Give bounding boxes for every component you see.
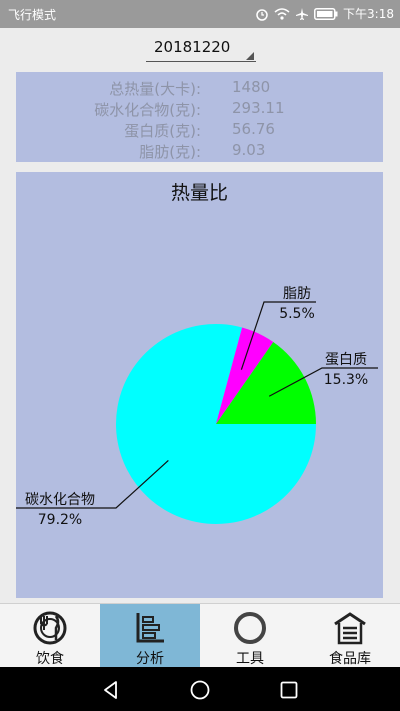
wifi-icon: [274, 7, 290, 20]
tools-icon: [234, 612, 266, 644]
recents-icon[interactable]: [278, 679, 300, 701]
nutrition-summary: 总热量(大卡): 1480 碳水化合物(克): 293.11 蛋白质(克): 5…: [16, 72, 383, 162]
clock: 下午3:18: [343, 7, 394, 21]
summary-value: 9.03: [232, 141, 266, 159]
summary-value: 1480: [232, 78, 271, 96]
tab-label: 饮食: [36, 651, 64, 667]
status-bar: 飞行模式 下午3:18: [0, 0, 400, 28]
date-selector[interactable]: 20181220: [140, 34, 256, 64]
slice-label: 碳水化合物: [25, 492, 95, 508]
summary-label: 脂肪(克):: [139, 143, 201, 161]
summary-value: 56.76: [232, 120, 275, 138]
summary-value: 293.11: [232, 99, 285, 117]
slice-percent-label: 15.3%: [324, 372, 368, 388]
back-icon[interactable]: [100, 679, 122, 701]
summary-label: 碳水化合物(克):: [94, 101, 201, 119]
summary-row-protein: 蛋白质(克): 56.76: [16, 120, 383, 140]
date-selector-underline: [146, 61, 256, 62]
pie-chart: 碳水化合物 79.2% 脂肪 5.5% 蛋白质 15.3%: [16, 286, 378, 528]
tab-tools[interactable]: 工具: [200, 604, 300, 668]
summary-label: 蛋白质(克):: [124, 122, 201, 140]
summary-row-carbs: 碳水化合物(克): 293.11: [16, 99, 383, 119]
alarm-icon: [256, 8, 268, 21]
tab-label: 工具: [236, 651, 264, 667]
summary-label: 总热量(大卡):: [109, 80, 201, 98]
slice-percent-label: 5.5%: [279, 306, 315, 322]
slice-label: 脂肪: [283, 286, 311, 302]
selected-date: 20181220: [154, 38, 231, 56]
slice-percent-label: 79.2%: [38, 512, 82, 528]
tab-label: 食品库: [329, 651, 371, 667]
system-nav-bar: [0, 667, 400, 711]
food-library-icon: [334, 612, 366, 645]
home-icon[interactable]: [189, 679, 211, 701]
food-icon: [33, 611, 67, 645]
battery-icon: [314, 7, 338, 20]
dropdown-arrow-icon: [246, 52, 254, 60]
bottom-nav: 饮食 分析 工具 食品库: [0, 603, 400, 668]
tab-diet[interactable]: 饮食: [0, 604, 100, 668]
analysis-icon: [136, 613, 164, 643]
tab-label: 分析: [136, 651, 164, 667]
airplane-icon: [296, 7, 309, 20]
summary-row-calories: 总热量(大卡): 1480: [16, 78, 383, 98]
tab-analysis[interactable]: 分析: [100, 604, 200, 668]
slice-label: 蛋白质: [325, 352, 367, 368]
summary-row-fat: 脂肪(克): 9.03: [16, 141, 383, 161]
airplane-mode-text: 飞行模式: [8, 8, 57, 22]
tab-food-library[interactable]: 食品库: [300, 604, 400, 668]
calorie-ratio-chart: 热量比 碳水化合物 79.2% 脂肪 5.5% 蛋白质 15.3%: [16, 172, 383, 598]
